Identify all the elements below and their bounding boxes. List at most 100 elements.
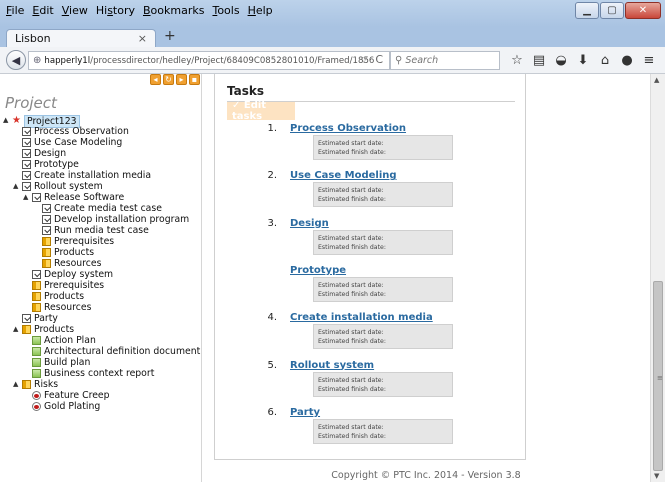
tree-item[interactable]: Create media test case	[0, 203, 202, 214]
tree-item[interactable]: Prototype	[0, 159, 202, 170]
tree-item[interactable]: Prerequisites	[0, 236, 202, 247]
maximize-button[interactable]: ▢	[600, 2, 624, 19]
chat-icon[interactable]: ●	[616, 51, 638, 70]
tree-item-label[interactable]: Create installation media	[34, 170, 151, 181]
tree-item[interactable]: ▲ Release Software	[0, 192, 202, 203]
expand-toggle-icon[interactable]: ▲	[13, 181, 18, 192]
close-window-button[interactable]: ✕	[625, 2, 661, 19]
edit-tasks-button[interactable]: ✓ Edit tasks	[227, 100, 295, 122]
menu-bookmarks[interactable]: Bookmarks	[139, 0, 208, 22]
tree-item[interactable]: Business context report	[0, 368, 202, 379]
tree-item-label[interactable]: Gold Plating	[44, 401, 100, 412]
tree-item[interactable]: Build plan	[0, 357, 202, 368]
menu-help[interactable]: Help	[244, 0, 277, 22]
menu-edit[interactable]: Edit	[28, 0, 57, 22]
tree-item-label[interactable]: Prerequisites	[44, 280, 104, 291]
scroll-up-icon[interactable]: ▲	[654, 76, 659, 84]
download-icon[interactable]: ⬇	[572, 51, 594, 70]
site-info-icon[interactable]: ⊕	[33, 55, 41, 66]
tree-item-label[interactable]: Resources	[54, 258, 101, 269]
task-link[interactable]: Process Observation	[290, 123, 406, 134]
tree-item[interactable]: ▲ Rollout system	[0, 181, 202, 192]
menu-tools[interactable]: Tools	[208, 0, 243, 22]
search-bar[interactable]: ⚲	[390, 51, 500, 70]
task-link[interactable]: Use Case Modeling	[290, 170, 397, 181]
tree-item[interactable]: Process Observation	[0, 126, 202, 137]
menu-view[interactable]: View	[58, 0, 92, 22]
task-link[interactable]: Create installation media	[290, 312, 433, 323]
tree-item-label[interactable]: Products	[34, 324, 74, 335]
tree-item[interactable]: Resources	[0, 302, 202, 313]
tree-item-label[interactable]: Resources	[44, 302, 91, 313]
tree-item-label[interactable]: Prerequisites	[54, 236, 114, 247]
tree-item-label[interactable]: Design	[34, 148, 66, 159]
tree-item-label[interactable]: Business context report	[44, 368, 154, 379]
tree-item[interactable]: ▲ Products	[0, 324, 202, 335]
tree-item-label[interactable]: Action Plan	[44, 335, 96, 346]
tree-item-label[interactable]: Products	[44, 291, 84, 302]
expand-toggle-icon[interactable]: ▲	[13, 379, 18, 390]
task-link[interactable]: Party	[290, 407, 320, 418]
tree-item-label[interactable]: Use Case Modeling	[34, 137, 122, 148]
tree-item[interactable]: Products	[0, 291, 202, 302]
tree-item[interactable]: Prerequisites	[0, 280, 202, 291]
search-input[interactable]	[405, 55, 494, 66]
tree-item[interactable]: Party	[0, 313, 202, 324]
tree-item-label[interactable]: Party	[34, 313, 58, 324]
tree-item[interactable]: Action Plan	[0, 335, 202, 346]
tree-refresh-icon[interactable]: ↻	[163, 74, 174, 85]
minimize-button[interactable]: ▁	[575, 2, 599, 19]
tree-item[interactable]: Create installation media	[0, 170, 202, 181]
tree-item-label[interactable]: Run media test case	[54, 225, 149, 236]
tree-item[interactable]: Run media test case	[0, 225, 202, 236]
tree-item[interactable]: ▲ ★ Project123	[0, 115, 202, 128]
tree-item[interactable]: Use Case Modeling	[0, 137, 202, 148]
tab-close-icon[interactable]: ×	[138, 32, 147, 45]
star-icon[interactable]: ☆	[506, 51, 528, 70]
tree-item[interactable]: Resources	[0, 258, 202, 269]
tree-action-4-icon[interactable]: ▪	[189, 74, 200, 85]
tree-item[interactable]: Develop installation program	[0, 214, 202, 225]
task-link[interactable]: Design	[290, 218, 329, 229]
vertical-scrollbar[interactable]: ▲ ≡ ▼	[650, 74, 665, 482]
tree-item-label[interactable]: Develop installation program	[54, 214, 189, 225]
menu-history[interactable]: History	[92, 0, 139, 22]
tree-item[interactable]: Feature Creep	[0, 390, 202, 401]
home-icon[interactable]: ⌂	[594, 51, 616, 70]
tree-item-label[interactable]: Products	[54, 247, 94, 258]
tree-item[interactable]: ▲ Risks	[0, 379, 202, 390]
scroll-down-icon[interactable]: ▼	[654, 472, 659, 480]
task-link[interactable]: Prototype	[290, 265, 346, 276]
url-dropdown-icon[interactable]: ▽	[361, 55, 367, 64]
tree-item-label[interactable]: Feature Creep	[44, 390, 110, 401]
expand-toggle-icon[interactable]: ▲	[13, 324, 18, 335]
tree-action-1-icon[interactable]: ◂	[150, 74, 161, 85]
back-button[interactable]: ◀	[6, 50, 26, 70]
tree-item-label[interactable]: Rollout system	[34, 181, 103, 192]
expand-toggle-icon[interactable]: ▲	[3, 115, 8, 126]
menu-file[interactable]: File	[2, 0, 28, 22]
expand-toggle-icon[interactable]: ▲	[23, 192, 28, 203]
menu-icon[interactable]: ≡	[638, 51, 660, 70]
bookmarks-list-icon[interactable]: ▤	[528, 51, 550, 70]
scrollbar-thumb[interactable]: ≡	[653, 281, 663, 471]
tree-item[interactable]: Deploy system	[0, 269, 202, 280]
tree-action-3-icon[interactable]: ▸	[176, 74, 187, 85]
pocket-icon[interactable]: ◒	[550, 51, 572, 70]
tree-item-label[interactable]: Prototype	[34, 159, 79, 170]
tree-item[interactable]: Architectural definition document	[0, 346, 202, 357]
tree-item[interactable]: Design	[0, 148, 202, 159]
tree-item-label[interactable]: Risks	[34, 379, 58, 390]
tree-item-label[interactable]: Architectural definition document	[44, 346, 200, 357]
task-link[interactable]: Rollout system	[290, 360, 374, 371]
tree-item[interactable]: Products	[0, 247, 202, 258]
tree-item[interactable]: Gold Plating	[0, 401, 202, 412]
tree-item-label[interactable]: Process Observation	[34, 126, 129, 137]
browser-tab[interactable]: Lisbon ×	[6, 29, 156, 47]
reload-icon[interactable]: C	[375, 53, 383, 66]
new-tab-button[interactable]: +	[164, 28, 176, 44]
tree-item-label[interactable]: Create media test case	[54, 203, 162, 214]
address-bar[interactable]: ⊕ happerly1l/processdirector/hedley/Proj…	[28, 51, 390, 70]
tree-item-label[interactable]: Release Software	[44, 192, 124, 203]
tree-item-label[interactable]: Build plan	[44, 357, 90, 368]
